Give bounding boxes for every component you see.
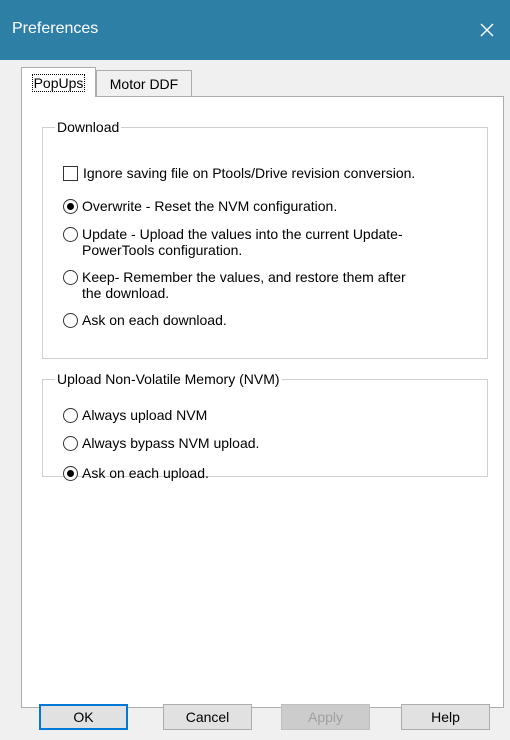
close-icon xyxy=(480,23,494,37)
always-upload-nvm-radio[interactable]: Always upload NVM xyxy=(63,407,207,423)
ask-each-download-radio[interactable]: Ask on each download. xyxy=(63,312,227,328)
keep-label-line1: Keep- Remember the values, and restore t… xyxy=(82,269,406,285)
update-radio[interactable]: Update - Upload the values into the curr… xyxy=(63,226,403,258)
tab-panel-popups: Download Ignore saving file on Ptools/Dr… xyxy=(21,96,504,708)
keep-label: Keep- Remember the values, and restore t… xyxy=(82,269,406,301)
overwrite-label: Overwrite - Reset the NVM configuration. xyxy=(82,198,338,214)
ignore-saving-label: Ignore saving file on Ptools/Drive revis… xyxy=(83,165,416,181)
tab-motor-ddf[interactable]: Motor DDF xyxy=(96,70,192,97)
update-label: Update - Upload the values into the curr… xyxy=(82,226,403,258)
keep-radio[interactable]: Keep- Remember the values, and restore t… xyxy=(63,269,406,301)
ok-button[interactable]: OK xyxy=(39,704,128,730)
always-bypass-nvm-label: Always bypass NVM upload. xyxy=(82,435,260,451)
radio-button[interactable] xyxy=(63,270,78,285)
overwrite-radio[interactable]: Overwrite - Reset the NVM configuration. xyxy=(63,198,337,214)
update-label-line1: Update - Upload the values into the curr… xyxy=(82,226,403,242)
checkbox-box[interactable] xyxy=(63,166,78,181)
radio-button[interactable] xyxy=(63,436,78,451)
ask-each-upload-radio[interactable]: Ask on each upload. xyxy=(63,465,209,481)
ask-each-upload-label: Ask on each upload. xyxy=(82,465,209,481)
update-label-line2: PowerTools configuration. xyxy=(82,242,243,258)
always-bypass-nvm-radio[interactable]: Always bypass NVM upload. xyxy=(63,435,259,451)
radio-button[interactable] xyxy=(63,227,78,242)
upload-nvm-group-legend: Upload Non-Volatile Memory (NVM) xyxy=(57,371,280,387)
apply-button[interactable]: Apply xyxy=(281,704,370,730)
radio-button[interactable] xyxy=(63,313,78,328)
cancel-button[interactable]: Cancel xyxy=(163,704,252,730)
ignore-saving-checkbox[interactable]: Ignore saving file on Ptools/Drive revis… xyxy=(63,165,415,181)
tab-popups[interactable]: PopUps xyxy=(21,67,96,97)
tab-motor-ddf-label: Motor DDF xyxy=(109,76,179,92)
radio-button-selected[interactable] xyxy=(63,466,78,481)
tab-popups-label: PopUps xyxy=(31,73,86,92)
ask-each-download-label: Ask on each download. xyxy=(82,312,227,328)
keep-label-line2: the download. xyxy=(82,285,170,301)
title-bar: Preferences xyxy=(0,0,510,60)
download-group-legend: Download xyxy=(57,119,120,135)
window-title: Preferences xyxy=(12,20,99,37)
upload-nvm-group: Upload Non-Volatile Memory (NVM) Always … xyxy=(42,371,488,481)
close-button[interactable] xyxy=(464,0,510,60)
radio-button[interactable] xyxy=(63,408,78,423)
radio-button-selected[interactable] xyxy=(63,199,78,214)
download-group: Download Ignore saving file on Ptools/Dr… xyxy=(42,119,488,359)
help-button[interactable]: Help xyxy=(401,704,490,730)
always-upload-nvm-label: Always upload NVM xyxy=(82,407,208,423)
